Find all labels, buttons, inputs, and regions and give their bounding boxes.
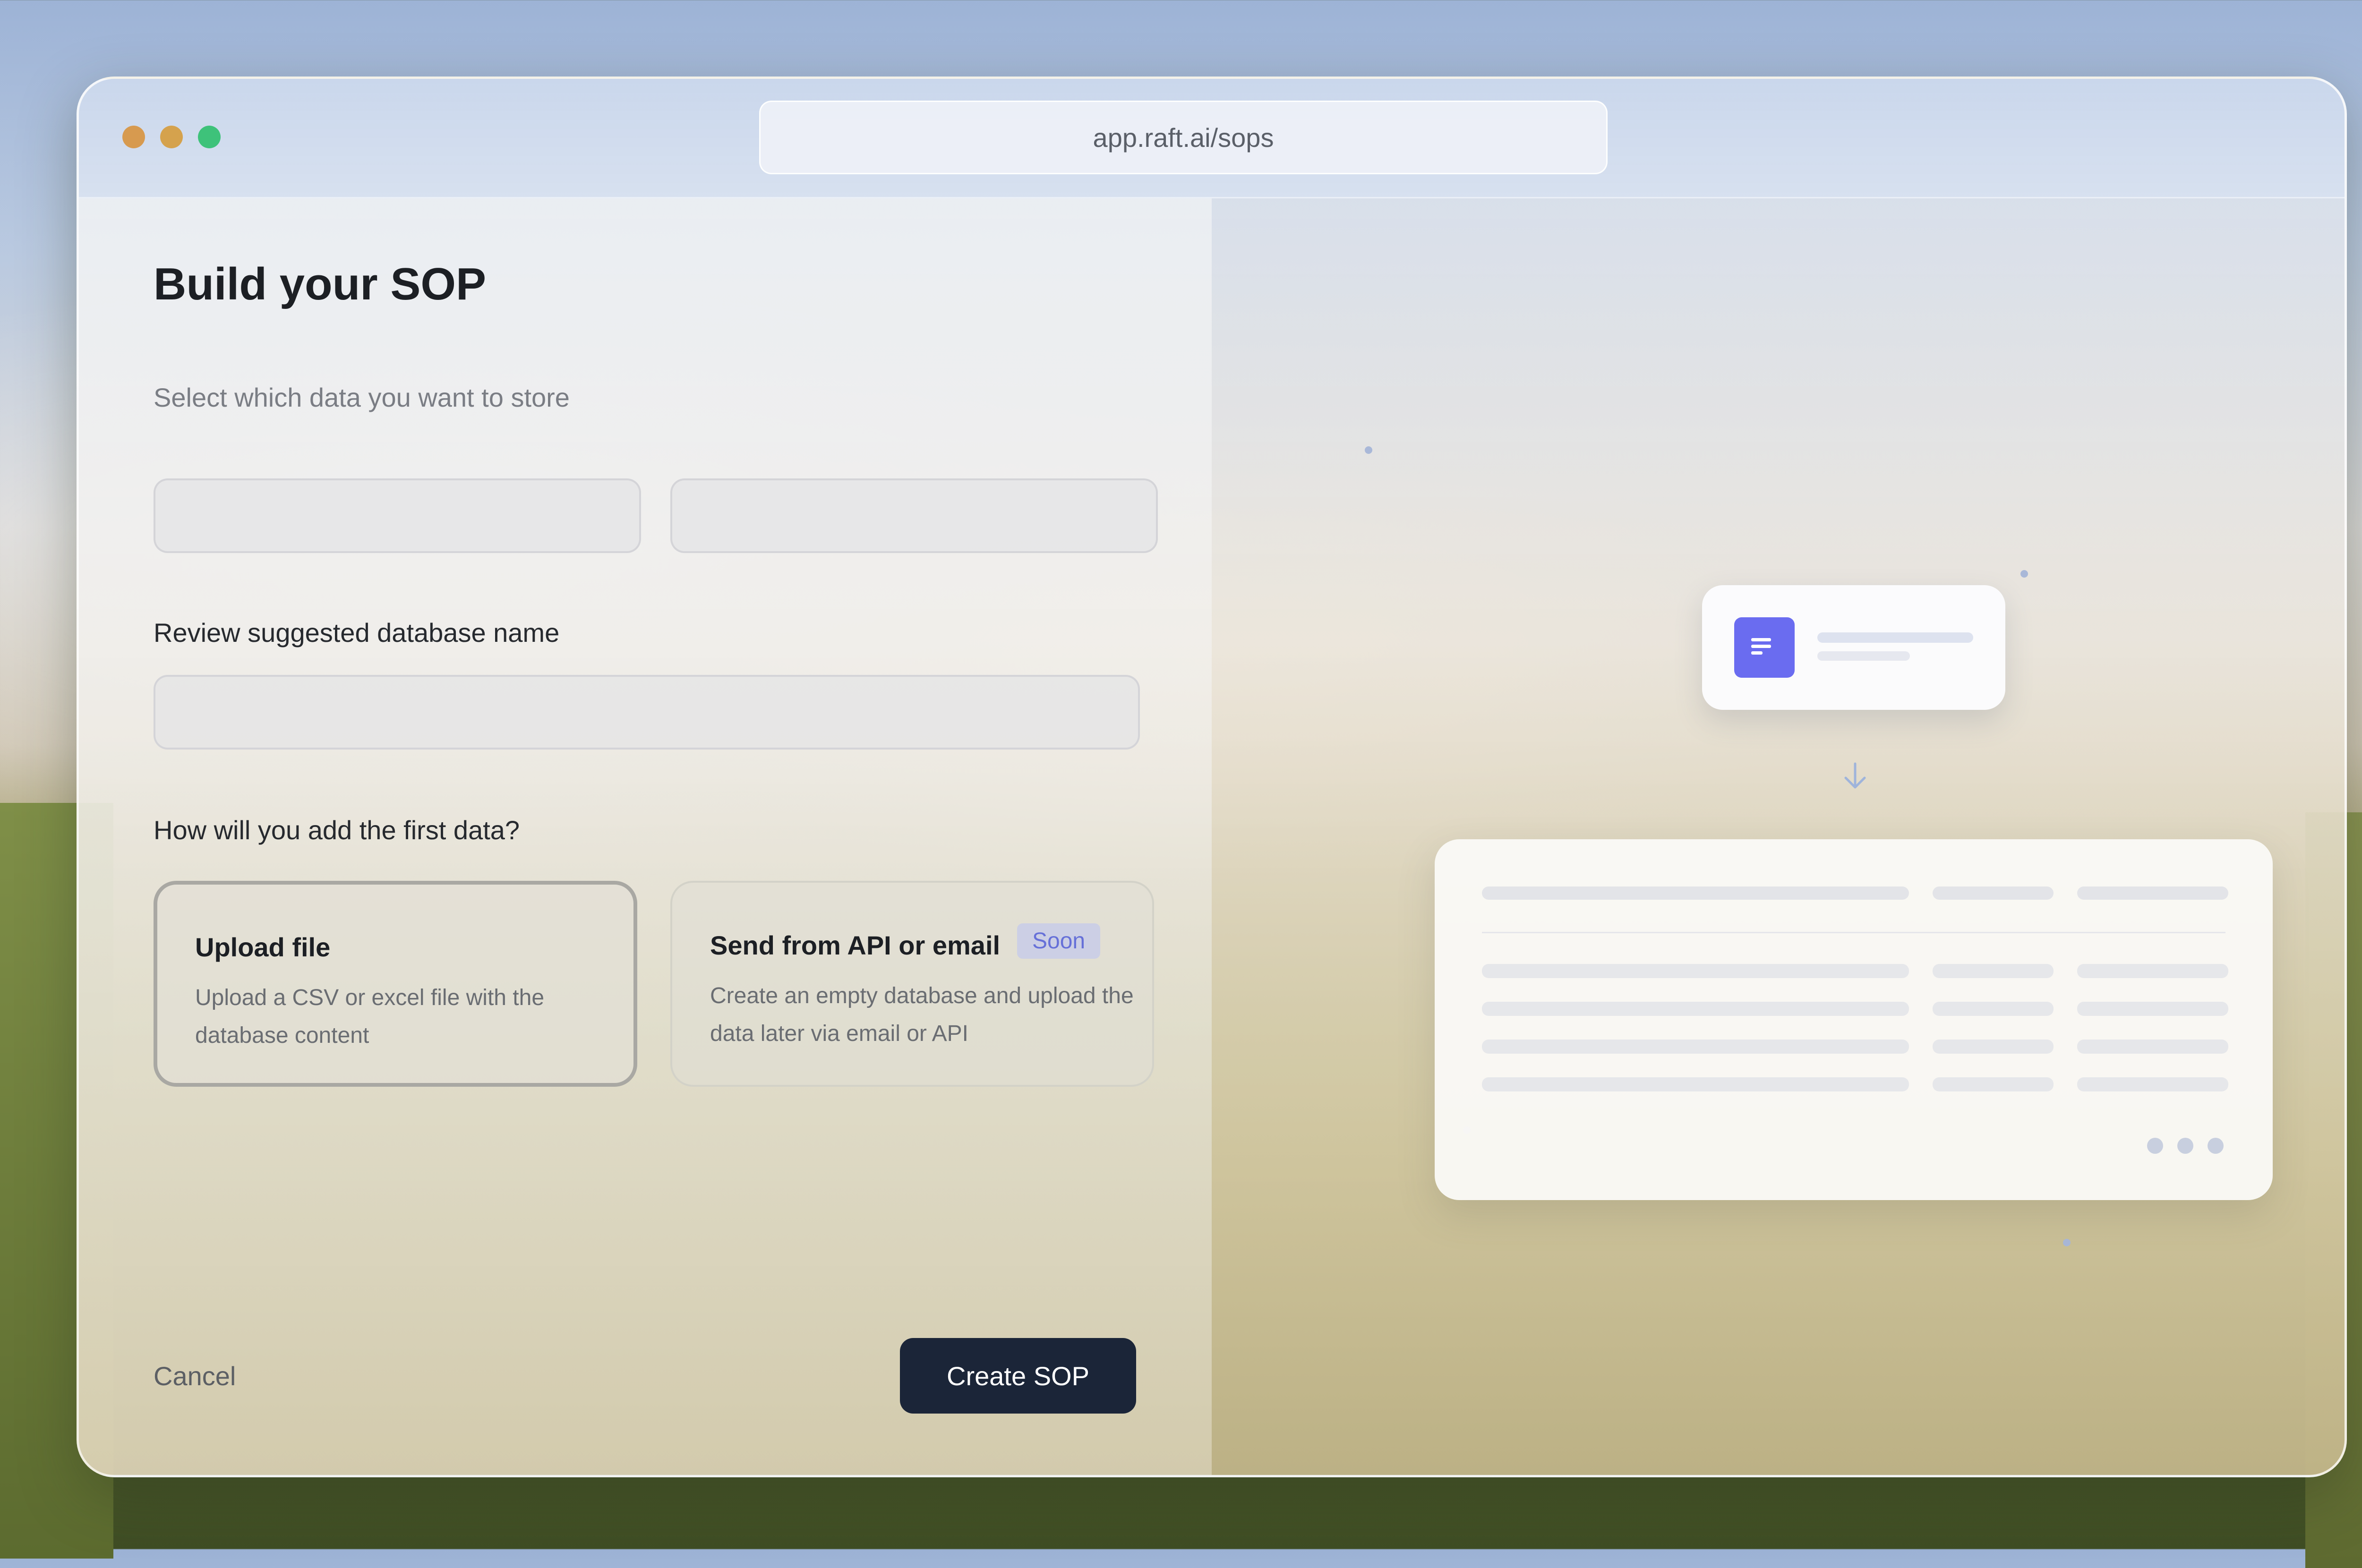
pagination-dot [2147, 1138, 2163, 1154]
decorative-dot [1365, 446, 1372, 454]
table-card-illustration [1435, 839, 2273, 1200]
decorative-dot [2020, 570, 2028, 578]
soon-badge: Soon [1017, 923, 1101, 959]
table-header-skeleton [1482, 886, 1909, 900]
table-row-skeleton [1933, 1077, 2054, 1091]
table-header-skeleton [2077, 886, 2228, 900]
data-select-field-2[interactable] [670, 478, 1158, 553]
table-row-skeleton [2077, 1077, 2228, 1091]
upload-file-title: Upload file [195, 932, 331, 962]
database-name-input[interactable] [154, 675, 1140, 750]
title-bar: app.raft.ai/sops [79, 79, 2345, 198]
api-email-title: Send from API or email [710, 930, 1001, 960]
table-row-skeleton [2077, 1040, 2228, 1054]
arrow-down-icon [1841, 762, 1869, 793]
maximize-window-button[interactable] [198, 126, 221, 148]
table-row-skeleton [1482, 1040, 1909, 1054]
api-email-description: Create an empty database and upload the … [710, 983, 1134, 1046]
upload-file-description: Upload a CSV or excel file with the data… [195, 985, 545, 1048]
table-header-skeleton [1933, 886, 2054, 900]
decorative-dot [2063, 1239, 2071, 1246]
browser-window: app.raft.ai/sops Build your SOP Select w… [77, 77, 2347, 1477]
table-row-skeleton [1933, 1002, 2054, 1016]
table-row-skeleton [2077, 964, 2228, 978]
document-card-illustration [1702, 585, 2005, 710]
table-row-skeleton [1933, 1040, 2054, 1054]
skeleton-line [1817, 651, 1910, 661]
database-name-label: Review suggested database name [154, 618, 560, 648]
cancel-button[interactable]: Cancel [154, 1361, 236, 1391]
table-divider [1482, 932, 2225, 933]
upload-file-option[interactable]: Upload file Upload a CSV or excel file w… [154, 881, 637, 1087]
table-row-skeleton [1482, 964, 1909, 978]
pagination-dot [2177, 1138, 2193, 1154]
data-select-field-1[interactable] [154, 478, 641, 553]
address-bar[interactable]: app.raft.ai/sops [759, 101, 1608, 174]
skeleton-line [1817, 632, 1973, 643]
table-row-skeleton [2077, 1002, 2228, 1016]
minimize-window-button[interactable] [160, 126, 183, 148]
table-row-skeleton [1933, 964, 2054, 978]
page-title: Build your SOP [154, 259, 487, 309]
table-row-skeleton [1482, 1077, 1909, 1091]
api-email-option[interactable]: Send from API or email Soon Create an em… [670, 881, 1154, 1087]
document-icon [1734, 617, 1795, 678]
illustration-pane [1212, 198, 2345, 1475]
add-data-label: How will you add the first data? [154, 815, 520, 845]
table-row-skeleton [1482, 1002, 1909, 1016]
url-text: app.raft.ai/sops [1093, 122, 1274, 153]
close-window-button[interactable] [122, 126, 145, 148]
pagination-dot [2208, 1138, 2224, 1154]
page-subtitle: Select which data you want to store [154, 383, 570, 412]
create-sop-button[interactable]: Create SOP [900, 1338, 1136, 1414]
